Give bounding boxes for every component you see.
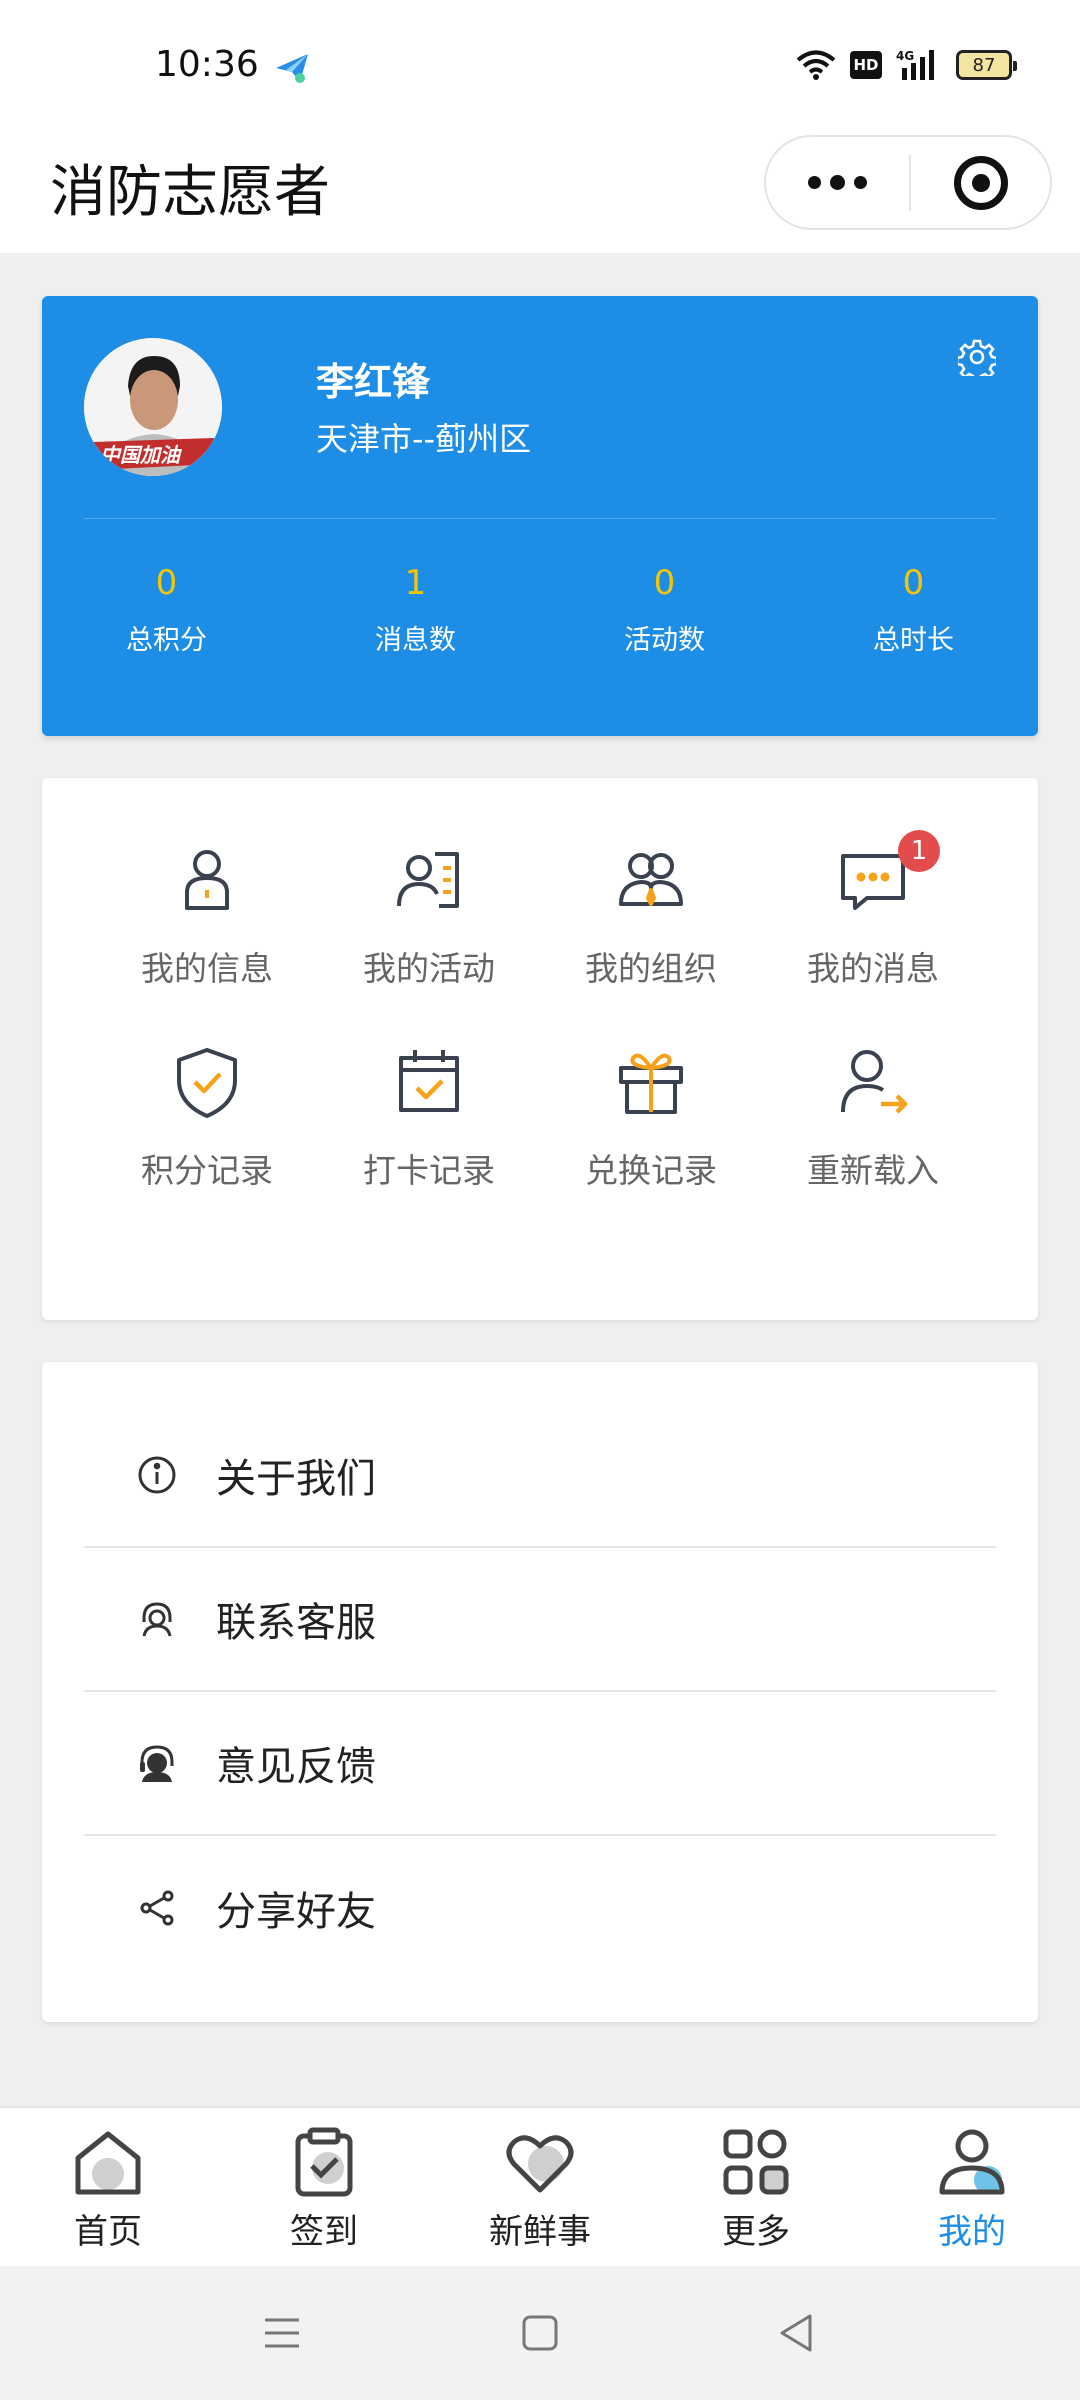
grid-label: 重新载入 (807, 1151, 939, 1190)
user-info-icon (185, 850, 229, 910)
grid-label: 我的消息 (807, 949, 939, 988)
page-title: 消防志愿者 (50, 160, 330, 225)
avatar[interactable]: 中国加油 (84, 338, 222, 476)
shield-check-icon (177, 1048, 237, 1118)
stat-value: 0 (653, 563, 676, 603)
title-bar: 消防志愿者 (0, 135, 1080, 253)
stat-duration[interactable]: 0 总时长 (789, 558, 1038, 657)
tab-label: 我的 (938, 2212, 1006, 2252)
system-navigation-bar (0, 2266, 1080, 2400)
menu-label: 分享好友 (216, 1889, 376, 1935)
stats-row: 0 总积分 1 消息数 0 活动数 0 总时长 (42, 558, 1038, 657)
apps-icon (723, 2129, 789, 2195)
status-time: 10:36 (155, 44, 259, 85)
avatar-caption: 中国加油 (100, 443, 183, 467)
grid-label: 兑换记录 (585, 1151, 717, 1190)
gear-icon[interactable] (958, 338, 996, 376)
tab-checkin[interactable]: 签到 (216, 2108, 432, 2266)
stat-label: 总时长 (873, 625, 954, 656)
stat-label: 消息数 (375, 625, 456, 656)
target-icon (953, 155, 1008, 210)
grid-item-checkin-record[interactable]: 打卡记录 (318, 1040, 540, 1242)
clipboard-check-icon (295, 2127, 353, 2197)
feature-grid: 我的信息 我的活动 我的组织 1 我的消息 积分记录 打卡记录 兑换记录 重新载… (96, 830, 984, 1242)
tab-more[interactable]: 更多 (648, 2108, 864, 2266)
tab-label: 更多 (722, 2212, 790, 2252)
grid-item-my-info[interactable]: 我的信息 (96, 838, 318, 1040)
support-icon (142, 1602, 172, 1637)
user-region: 天津市--蓟州区 (316, 420, 532, 458)
grid-label: 我的组织 (585, 949, 717, 988)
tab-label: 新鲜事 (489, 2212, 591, 2252)
menu-list: 关于我们 联系客服 意见反馈 分享好友 (84, 1404, 996, 1980)
grid-item-my-messages[interactable]: 1 我的消息 (762, 830, 984, 1040)
tab-label: 首页 (74, 2212, 142, 2252)
home-icon (75, 2131, 141, 2195)
gift-icon (619, 1053, 683, 1114)
tab-news[interactable]: 新鲜事 (432, 2108, 648, 2266)
paper-plane-icon (276, 54, 308, 83)
more-dot-icon (854, 176, 867, 189)
grid-label: 我的活动 (363, 949, 495, 988)
unread-badge: 1 (898, 830, 940, 872)
close-button[interactable] (911, 137, 1050, 228)
menu-item-contact-support[interactable]: 联系客服 (84, 1548, 996, 1692)
stat-label: 活动数 (624, 625, 705, 656)
menu-label: 联系客服 (216, 1600, 376, 1646)
grid-item-my-organization[interactable]: 我的组织 (540, 838, 762, 1040)
stat-messages[interactable]: 1 消息数 (291, 558, 540, 657)
group-icon (619, 853, 683, 906)
more-dot-icon (830, 175, 845, 190)
back-icon[interactable] (772, 2308, 822, 2358)
profile-icon (939, 2129, 1005, 2195)
card-divider (84, 518, 996, 519)
user-list-icon (397, 852, 459, 908)
menu-item-about-us[interactable]: 关于我们 (84, 1404, 996, 1548)
user-name: 李红锋 (316, 360, 431, 404)
tab-bar: 首页 签到 新鲜事 更多 我的 (0, 2106, 1080, 2266)
stat-value: 1 (404, 563, 427, 603)
wifi-icon (796, 50, 836, 80)
stat-activities[interactable]: 0 活动数 (540, 558, 789, 657)
tab-label: 签到 (290, 2212, 358, 2252)
more-button[interactable] (766, 137, 909, 228)
tab-mine[interactable]: 我的 (864, 2108, 1080, 2266)
info-icon (138, 1456, 176, 1494)
menu-label: 意见反馈 (216, 1744, 376, 1790)
status-bar: 10:36 HD 4G 87 (0, 0, 1080, 135)
tab-home[interactable]: 首页 (0, 2108, 216, 2266)
grid-item-points-record[interactable]: 积分记录 (96, 1040, 318, 1242)
user-arrow-icon (841, 1050, 908, 1114)
menu-label: 关于我们 (216, 1456, 376, 1502)
hd-badge: HD (850, 51, 882, 79)
calendar-check-icon (399, 1050, 459, 1112)
stat-label: 总积分 (126, 625, 207, 656)
menu-card: 关于我们 联系客服 意见反馈 分享好友 (42, 1362, 1038, 2022)
grid-label: 我的信息 (141, 949, 273, 988)
menu-item-share-friends[interactable]: 分享好友 (84, 1836, 996, 1980)
grid-item-reload[interactable]: 重新载入 (762, 1040, 984, 1242)
battery-indicator: 87 (956, 50, 1017, 80)
share-icon (140, 1890, 174, 1926)
stat-points[interactable]: 0 总积分 (42, 558, 291, 657)
menu-icon[interactable] (257, 2308, 307, 2358)
stat-value: 0 (155, 563, 178, 603)
feature-grid-card: 我的信息 我的活动 我的组织 1 我的消息 积分记录 打卡记录 兑换记录 重新载… (42, 778, 1038, 1320)
grid-item-my-activities[interactable]: 我的活动 (318, 838, 540, 1040)
more-dot-icon (808, 176, 821, 189)
avatar-image: 中国加油 (84, 338, 222, 476)
network-label: 4G (896, 49, 914, 63)
feedback-icon (140, 1745, 174, 1782)
heart-icon (506, 2135, 574, 2193)
grid-label: 积分记录 (141, 1151, 273, 1190)
profile-card: 中国加油 李红锋 天津市--蓟州区 0 总积分 1 消息数 0 活动数 0 总时… (42, 296, 1038, 736)
menu-item-feedback[interactable]: 意见反馈 (84, 1692, 996, 1836)
grid-label: 打卡记录 (363, 1151, 495, 1190)
miniprogram-capsule (764, 135, 1052, 230)
grid-item-exchange-record[interactable]: 兑换记录 (540, 1040, 762, 1242)
home-square-icon[interactable] (515, 2308, 565, 2358)
stat-value: 0 (902, 563, 925, 603)
signal-icon: 4G (896, 49, 934, 80)
